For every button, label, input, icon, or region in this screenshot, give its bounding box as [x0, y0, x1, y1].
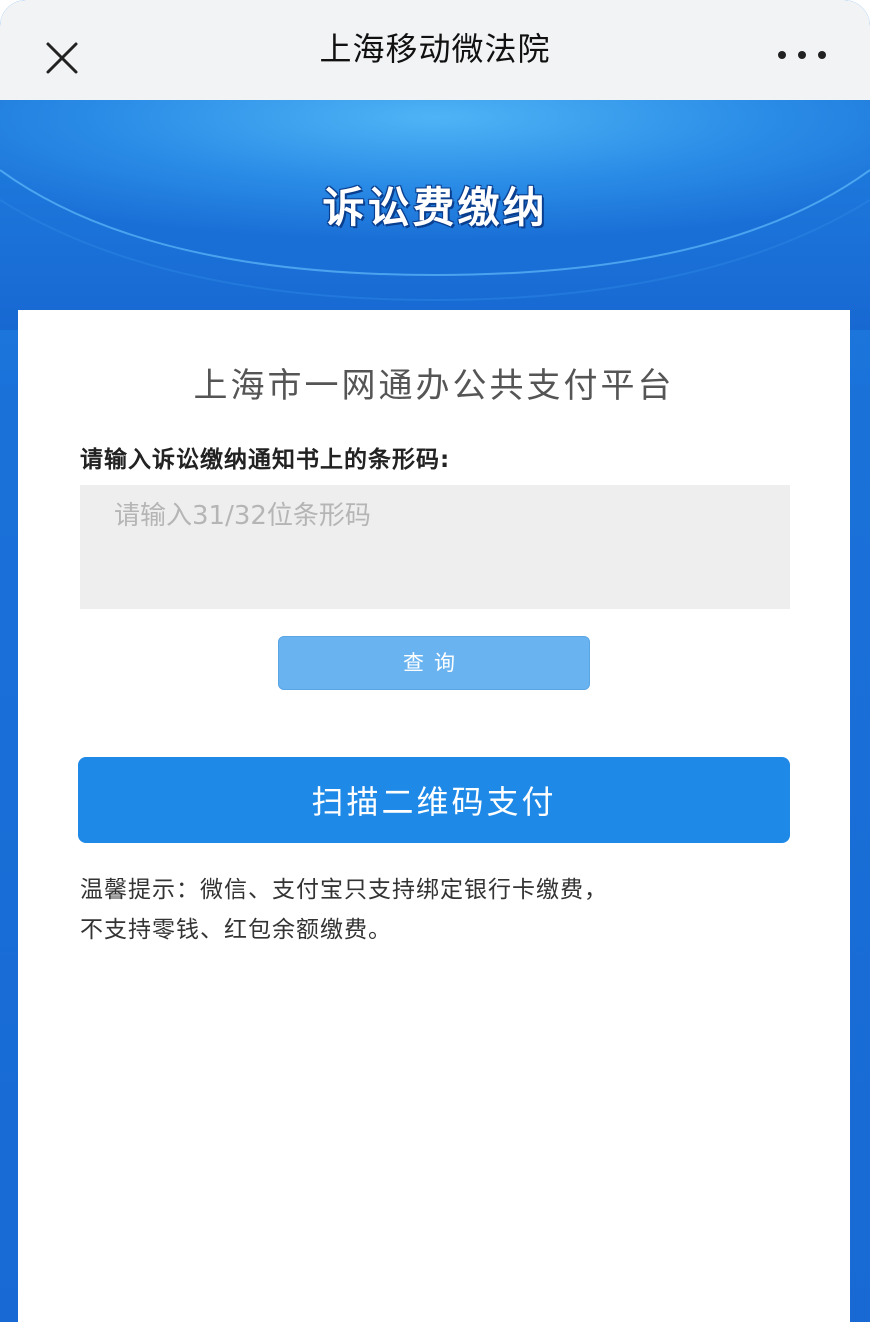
page-title: 上海移动微法院: [319, 30, 551, 68]
banner: 诉讼费缴纳: [0, 100, 870, 330]
tip-text: 温馨提示：微信、支付宝只支持绑定银行卡缴费， 不支持零钱、红包余额缴费。: [80, 870, 800, 950]
barcode-input-label: 请输入诉讼缴纳通知书上的条形码:: [80, 447, 451, 473]
scan-qr-pay-button[interactable]: 扫描二维码支付: [78, 757, 790, 843]
app-frame: 上海移动微法院 诉讼费缴纳 上海市一网通办公共支付平台 请输入诉讼缴纳通知书上的…: [0, 0, 870, 1322]
more-icon[interactable]: [772, 40, 832, 70]
barcode-input[interactable]: [80, 485, 790, 609]
top-navbar: 上海移动微法院: [0, 0, 870, 100]
payment-card: 上海市一网通办公共支付平台 请输入诉讼缴纳通知书上的条形码: 查询 扫描二维码支…: [18, 310, 850, 1322]
platform-title: 上海市一网通办公共支付平台: [193, 366, 675, 406]
close-icon[interactable]: [38, 34, 86, 82]
tip-line: 温馨提示：微信、支付宝只支持绑定银行卡缴费，: [80, 877, 608, 903]
query-button[interactable]: 查询: [278, 636, 590, 690]
banner-title: 诉讼费缴纳: [322, 183, 548, 232]
tip-line: 不支持零钱、红包余额缴费。: [80, 917, 392, 943]
